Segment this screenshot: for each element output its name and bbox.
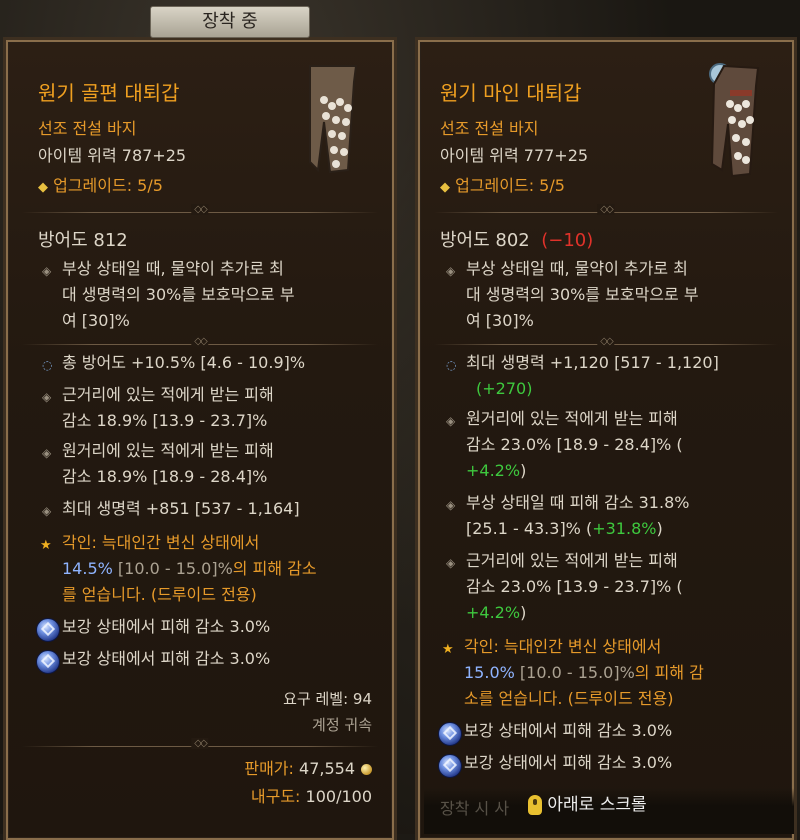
equipped-tab: 장착 중 — [150, 6, 310, 38]
implicit-line: 여 [30]% — [62, 311, 130, 330]
sell-price: 판매가: 47,554 — [244, 756, 372, 782]
aspect-line: 15.0% [10.0 - 15.0]%의 피해 감 — [464, 663, 704, 682]
aspect-line: 14.5% [10.0 - 15.0]%의 피해 감소 — [62, 559, 317, 578]
separator — [8, 206, 392, 220]
item-power: 아이템 위력 777+25 — [440, 146, 589, 165]
item-pants-icon — [704, 60, 762, 178]
partial-footer: 장착 시 사 — [440, 799, 510, 818]
affix-line: 감소 23.0% [13.9 - 23.7]% ( — [466, 577, 683, 596]
upgrade-text: 업그레이드: 5/5 — [455, 176, 565, 195]
affix-line: 감소 18.9% [13.9 - 23.7]% — [62, 411, 268, 430]
scroll-label: 아래로 스크롤 — [547, 795, 647, 815]
diamond-icon: ◆ — [38, 180, 48, 195]
affix-line: 감소 18.9% [18.9 - 28.4]% — [62, 467, 268, 486]
gem-icon — [438, 754, 462, 778]
durability: 내구도: 100/100 — [250, 787, 372, 806]
socket-line: 보강 상태에서 피해 감소 3.0% — [464, 753, 673, 772]
socket-line: 보강 상태에서 피해 감소 3.0% — [464, 721, 673, 740]
affix-line: 근거리에 있는 적에게 받는 피해 — [62, 385, 274, 404]
armor-value: 방어도 812 — [38, 230, 128, 251]
affix-line: 최대 생명력 +851 [537 - 1,164] — [62, 499, 300, 518]
affix-diff: +4.2%) — [466, 603, 527, 622]
bullet-icon: ◈ — [446, 556, 456, 570]
affix-line: 감소 23.0% [18.9 - 28.4]% ( — [466, 435, 683, 454]
affix-line: [25.1 - 43.3]% (+31.8%) — [466, 519, 663, 538]
star-icon: ★ — [442, 642, 454, 657]
item-name: 원기 골편 대퇴갑 — [38, 81, 180, 105]
mouse-scroll-icon — [528, 795, 542, 815]
affix-line: 원거리에 있는 적에게 받는 피해 — [466, 409, 678, 428]
star-icon: ★ — [40, 538, 52, 553]
upgrade-row: ◆ 업그레이드: 5/5 — [38, 173, 163, 201]
bullet-icon: ◈ — [42, 390, 52, 404]
upgrade-text: 업그레이드: 5/5 — [53, 176, 163, 195]
scroll-down-button[interactable]: 아래로 스크롤 — [528, 790, 647, 815]
bullet-icon: ◈ — [42, 446, 52, 460]
bullet-icon: ◌ — [446, 358, 457, 372]
implicit-line: 부상 상태일 때, 물약이 추가로 최 — [62, 259, 284, 278]
aspect-line: 각인: 늑대인간 변신 상태에서 — [62, 533, 260, 552]
armor-diff: (−10) — [541, 230, 594, 251]
affix-line: 원거리에 있는 적에게 받는 피해 — [62, 441, 274, 460]
aspect-line: 소를 얻습니다. (드루이드 전용) — [464, 689, 674, 708]
upgrade-row: ◆ 업그레이드: 5/5 — [440, 173, 565, 201]
gem-icon — [36, 650, 60, 674]
affix-diff: (+270) — [476, 379, 533, 398]
gem-icon — [438, 722, 462, 746]
implicit-line: 부상 상태일 때, 물약이 추가로 최 — [466, 259, 688, 278]
armor-value: 방어도 802 (−10) — [440, 230, 594, 251]
required-level: 요구 레벨: 94 — [283, 690, 372, 708]
affix-diff: +4.2%) — [466, 461, 527, 480]
diamond-icon: ◆ — [440, 180, 450, 195]
account-bound: 계정 귀속 — [312, 716, 372, 734]
item-pants-icon — [304, 62, 362, 174]
socket-line: 보강 상태에서 피해 감소 3.0% — [62, 649, 271, 668]
separator — [8, 740, 392, 754]
separator — [420, 206, 792, 220]
affix-line: 총 방어도 +10.5% [4.6 - 10.9]% — [62, 353, 306, 372]
bullet-icon: ◈ — [446, 498, 456, 512]
item-type: 선조 전설 바지 — [440, 119, 539, 138]
aspect-line: 각인: 늑대인간 변신 상태에서 — [464, 637, 662, 656]
coin-icon — [361, 764, 372, 775]
item-name: 원기 마인 대퇴갑 — [440, 81, 582, 105]
bullet-icon: ◈ — [446, 264, 456, 278]
bullet-icon: ◌ — [42, 358, 53, 372]
socket-line: 보강 상태에서 피해 감소 3.0% — [62, 617, 271, 636]
implicit-line: 대 생명력의 30%를 보호막으로 부 — [466, 285, 699, 304]
affix-line: 부상 상태일 때 피해 감소 31.8% — [466, 493, 690, 512]
bullet-icon: ◈ — [42, 504, 52, 518]
implicit-line: 여 [30]% — [466, 311, 534, 330]
affix-line: 최대 생명력 +1,120 [517 - 1,120] — [466, 353, 719, 372]
affix-line: 근거리에 있는 적에게 받는 피해 — [466, 551, 678, 570]
gem-icon — [36, 618, 60, 642]
bullet-icon: ◈ — [42, 264, 52, 278]
implicit-line: 대 생명력의 30%를 보호막으로 부 — [62, 285, 295, 304]
bullet-icon: ◈ — [446, 414, 456, 428]
item-power: 아이템 위력 787+25 — [38, 146, 187, 165]
item-type: 선조 전설 바지 — [38, 119, 137, 138]
aspect-line: 를 얻습니다. (드루이드 전용) — [62, 585, 257, 604]
